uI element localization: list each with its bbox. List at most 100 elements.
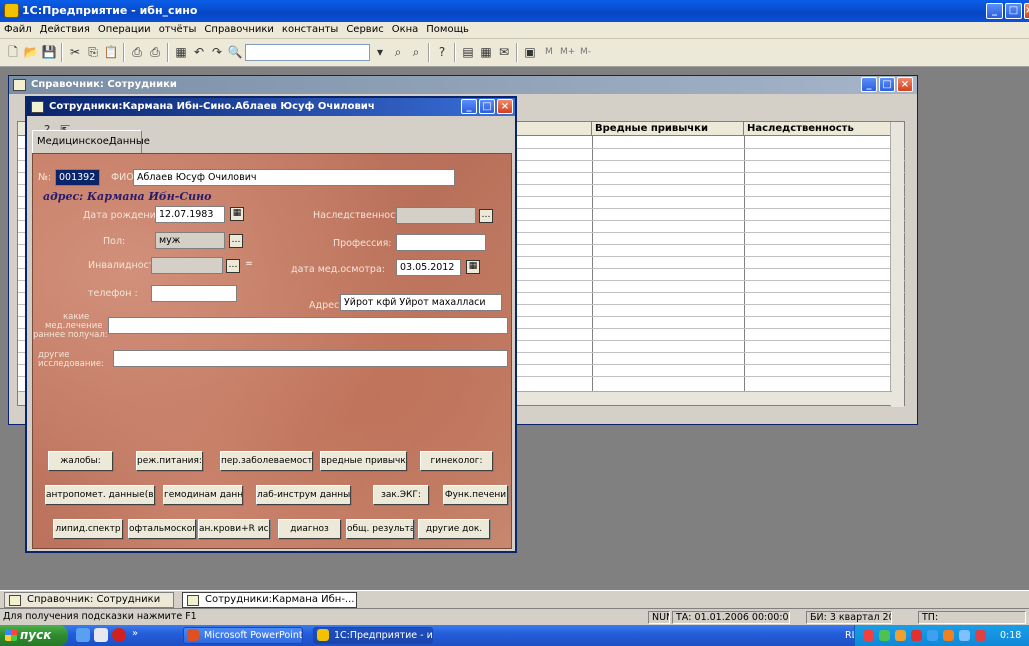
form-task-icon	[187, 595, 199, 606]
profession-field[interactable]	[396, 234, 486, 251]
sex-field[interactable]: муж	[155, 232, 225, 249]
print-icon[interactable]: ⎙	[129, 44, 145, 60]
print-preview-icon[interactable]: ⎙	[147, 44, 163, 60]
undo-icon[interactable]: ↶	[191, 44, 207, 60]
tray-icon[interactable]	[943, 630, 954, 641]
clear-icon[interactable]: =	[242, 259, 256, 273]
message-icon[interactable]: ✉	[496, 44, 512, 60]
desktop-quicklaunch-icon[interactable]	[94, 628, 108, 642]
find-next-icon[interactable]: ⌕	[390, 44, 406, 60]
lipid-spectrum-button[interactable]: липид.спектр	[53, 519, 123, 539]
directory-icon[interactable]: ▣	[522, 44, 538, 60]
menu-help[interactable]: Помощь	[422, 22, 473, 37]
directory-maximize-button[interactable]: □	[879, 77, 895, 92]
maximize-button[interactable]: □	[1005, 3, 1022, 19]
hemodynamics-button[interactable]: гемодинам данные	[163, 485, 243, 505]
other-documents-button[interactable]: другие док.	[418, 519, 490, 539]
tray-icon[interactable]	[975, 630, 986, 641]
find-prev-icon[interactable]: ⌕	[408, 44, 424, 60]
menu-directories[interactable]: Справочники	[200, 22, 278, 37]
exam-calendar-picker-icon[interactable]: ▦	[466, 260, 480, 274]
tray-icon[interactable]	[927, 630, 938, 641]
calculator-icon[interactable]: ▤	[460, 44, 476, 60]
morbidity-button[interactable]: пер.заболеваемость:	[220, 451, 313, 471]
form-minimize-button[interactable]: _	[461, 99, 477, 114]
os-taskbar: пуск » Microsoft PowerPoint ... 1С:Предп…	[0, 625, 1029, 646]
disability-select-icon[interactable]: …	[226, 259, 240, 273]
tray-icon[interactable]	[911, 630, 922, 641]
form-close-button[interactable]: ×	[497, 99, 513, 114]
menu-file[interactable]: Файл	[0, 22, 36, 37]
task-employees-directory[interactable]: Справочник: Сотрудники	[4, 592, 174, 608]
prior-treatment-field[interactable]	[108, 317, 508, 334]
tray-icon[interactable]	[895, 630, 906, 641]
task-1c[interactable]: 1С:Предприятие - и...	[313, 627, 433, 644]
memory-plus-button[interactable]: M+	[560, 44, 575, 60]
heredity-field[interactable]	[396, 207, 476, 224]
calendar-icon[interactable]: ▦	[173, 44, 189, 60]
quicklaunch-more-icon[interactable]: »	[132, 628, 146, 642]
form-maximize-button[interactable]: □	[479, 99, 495, 114]
menu-constants[interactable]: константы	[278, 22, 342, 37]
ecg-button[interactable]: зак.ЭКГ:	[373, 485, 429, 505]
menu-service[interactable]: Сервис	[342, 22, 387, 37]
blood-analysis-button[interactable]: ан.крови+R исс.	[198, 519, 270, 539]
phone-field[interactable]	[151, 285, 237, 302]
heredity-select-icon[interactable]: …	[479, 209, 493, 223]
start-button[interactable]: пуск	[0, 625, 68, 646]
combo-dropdown-icon[interactable]: ▾	[372, 44, 388, 60]
date-of-birth-field[interactable]: 12.07.1983	[155, 206, 225, 223]
menu-actions[interactable]: Действия	[36, 22, 94, 37]
opera-quicklaunch-icon[interactable]	[112, 628, 126, 642]
save-icon[interactable]: 💾	[41, 44, 57, 60]
calendar-picker-icon[interactable]: ▦	[230, 207, 244, 221]
complaints-button[interactable]: жалобы:	[48, 451, 113, 471]
open-folder-icon[interactable]: 📂	[23, 44, 39, 60]
minimize-button[interactable]: _	[986, 3, 1003, 19]
liver-function-button[interactable]: Функ.печени	[443, 485, 508, 505]
sex-select-icon[interactable]: …	[229, 234, 243, 248]
clock[interactable]: 0:18	[1000, 630, 1021, 641]
ophthalmoscope-button[interactable]: офтальмоскоп:	[128, 519, 196, 539]
table-vertical-scrollbar[interactable]	[890, 122, 904, 407]
find-icon[interactable]: 🔍	[227, 44, 243, 60]
diet-button[interactable]: реж.питания:	[136, 451, 203, 471]
new-document-icon[interactable]: 🗋	[5, 44, 21, 60]
exam-date-field[interactable]: 03.05.2012	[396, 259, 461, 276]
memory-m-button[interactable]: M	[545, 44, 553, 60]
disability-field[interactable]	[151, 257, 223, 274]
directory-close-button[interactable]: ×	[897, 77, 913, 92]
memory-minus-button[interactable]: M-	[580, 44, 591, 60]
ie-quicklaunch-icon[interactable]	[76, 628, 90, 642]
diagnosis-button[interactable]: диагноз	[278, 519, 341, 539]
copy-icon[interactable]: ⎘	[85, 44, 101, 60]
column-header-heredity[interactable]: Наследственность	[744, 122, 892, 136]
column-header-habits[interactable]: Вредные привычки	[592, 122, 744, 136]
other-studies-field[interactable]	[113, 350, 508, 367]
total-result-button[interactable]: общ. результат	[346, 519, 414, 539]
full-name-field[interactable]: Аблаев Юсуф Очилович	[133, 169, 455, 186]
directory-minimize-button[interactable]: _	[861, 77, 877, 92]
search-combo[interactable]	[245, 44, 370, 61]
calendar-grid-icon[interactable]: ▦	[478, 44, 494, 60]
address-field[interactable]: Уйрот кфй Уйрот махалласи	[340, 294, 502, 311]
help-question-icon[interactable]: ?	[434, 44, 450, 60]
task-employee-form[interactable]: Сотрудники:Кармана Ибн-...	[182, 592, 357, 608]
close-button[interactable]: ×	[1024, 3, 1029, 19]
tray-icon[interactable]	[879, 630, 890, 641]
menu-windows[interactable]: Окна	[388, 22, 423, 37]
record-number-field[interactable]: 001392	[55, 169, 100, 186]
tab-medical-data[interactable]: МедицинскоеДанные	[32, 130, 150, 154]
menu-operations[interactable]: Операции	[94, 22, 155, 37]
redo-icon[interactable]: ↷	[209, 44, 225, 60]
cut-icon[interactable]: ✂	[67, 44, 83, 60]
anthropometric-button[interactable]: антропомет. данные(в)	[45, 485, 155, 505]
task-powerpoint[interactable]: Microsoft PowerPoint ...	[183, 627, 303, 644]
tray-icon[interactable]	[863, 630, 874, 641]
lab-instrumental-button[interactable]: лаб-инструм данные	[256, 485, 351, 505]
bad-habits-button[interactable]: вредные привычки	[320, 451, 407, 471]
tray-icon[interactable]	[959, 630, 970, 641]
gynecologist-button[interactable]: гинеколог:	[420, 451, 493, 471]
paste-icon[interactable]: 📋	[103, 44, 119, 60]
menu-reports[interactable]: отчёты	[155, 22, 201, 37]
